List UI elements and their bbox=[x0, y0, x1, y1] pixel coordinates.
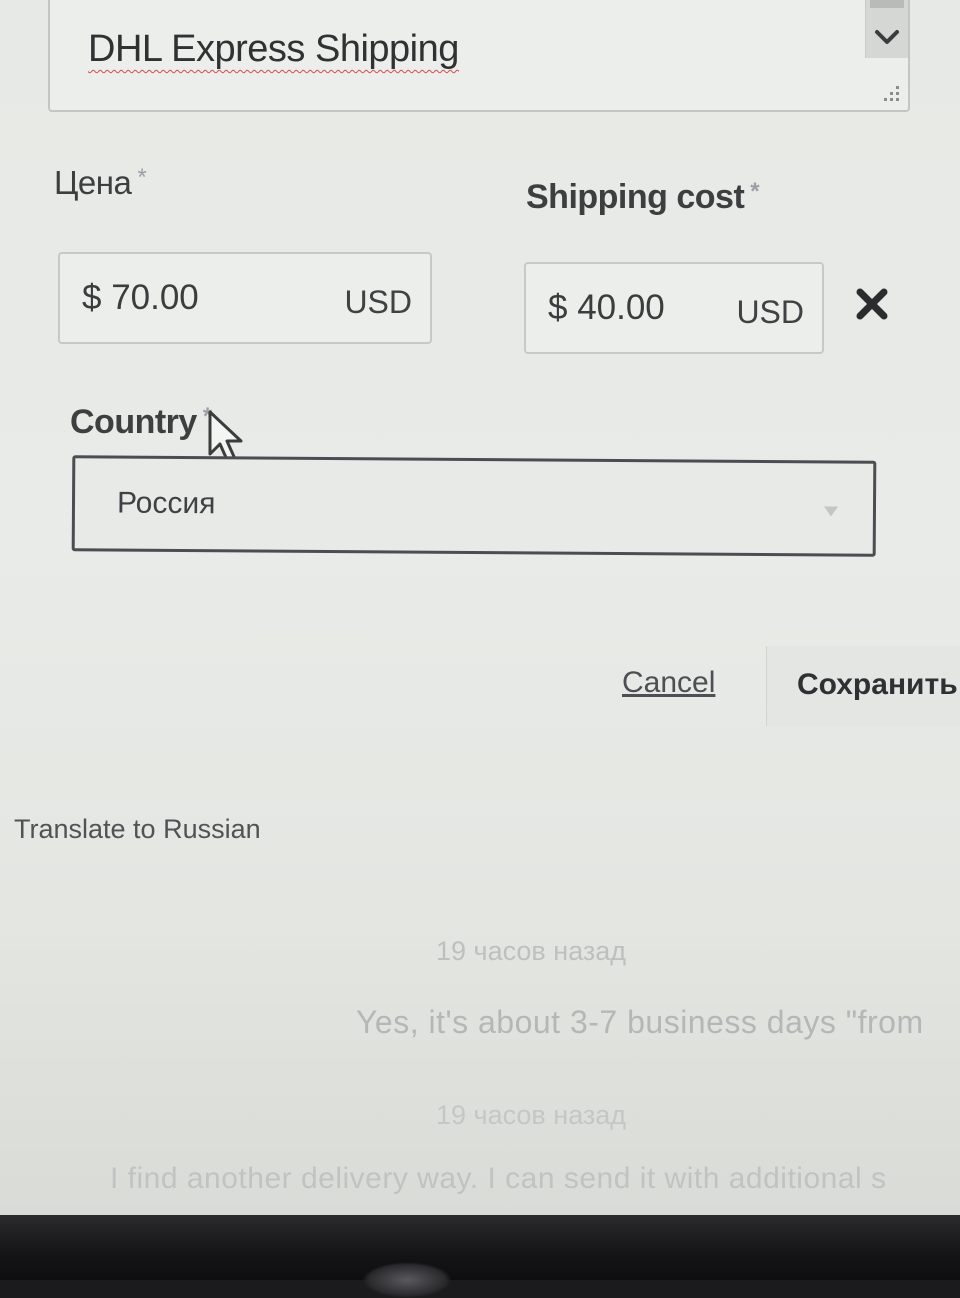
shipping-cost-currency: USD bbox=[736, 294, 804, 330]
required-mark: * bbox=[137, 164, 147, 191]
shipping-cost-label: Shipping cost * bbox=[526, 178, 760, 217]
chevron-down-icon bbox=[824, 506, 839, 517]
chevron-down-icon[interactable] bbox=[874, 28, 900, 46]
country-label-text: Country bbox=[70, 403, 197, 441]
monitor-bezel bbox=[0, 1215, 960, 1280]
price-currency: USD bbox=[344, 284, 412, 320]
country-select[interactable]: Россия bbox=[71, 455, 877, 557]
save-button[interactable]: Сохранить bbox=[766, 646, 960, 726]
screen: DHL Express Shipping Цена * Shipping cost… bbox=[0, 0, 960, 1215]
translate-link[interactable]: Translate to Russian bbox=[14, 814, 261, 845]
price-label-text: Цена bbox=[54, 164, 132, 201]
message-text: I find another delivery way. I can send … bbox=[110, 1162, 887, 1195]
price-input[interactable]: $ 70.00 USD bbox=[58, 252, 432, 344]
shipping-method-field[interactable]: DHL Express Shipping bbox=[48, 0, 910, 112]
monitor-logo bbox=[362, 1262, 452, 1298]
country-value: Россия bbox=[116, 486, 216, 521]
resize-grip-icon[interactable] bbox=[880, 82, 902, 104]
shipping-cost-amount: $ 40.00 bbox=[548, 288, 665, 327]
scrollbar-thumb[interactable] bbox=[870, 0, 904, 8]
shipping-cost-input[interactable]: $ 40.00 USD bbox=[524, 262, 824, 354]
message-timestamp: 19 часов назад bbox=[436, 1100, 627, 1130]
price-amount: $ 70.00 bbox=[82, 278, 199, 317]
country-label: Country * bbox=[70, 403, 212, 442]
message-text: Yes, it's about 3-7 business days "from bbox=[356, 1004, 924, 1040]
price-label: Цена * bbox=[54, 164, 147, 202]
shipping-method-scrollbar[interactable] bbox=[865, 0, 908, 58]
message-timestamp: 19 часов назад bbox=[436, 936, 627, 966]
close-icon[interactable] bbox=[854, 286, 890, 322]
cancel-button[interactable]: Cancel bbox=[622, 666, 715, 700]
required-mark: * bbox=[750, 178, 760, 205]
save-button-label: Сохранить bbox=[797, 668, 958, 701]
shipping-method-value: DHL Express Shipping bbox=[88, 28, 459, 70]
shipping-cost-label-text: Shipping cost bbox=[526, 178, 745, 216]
